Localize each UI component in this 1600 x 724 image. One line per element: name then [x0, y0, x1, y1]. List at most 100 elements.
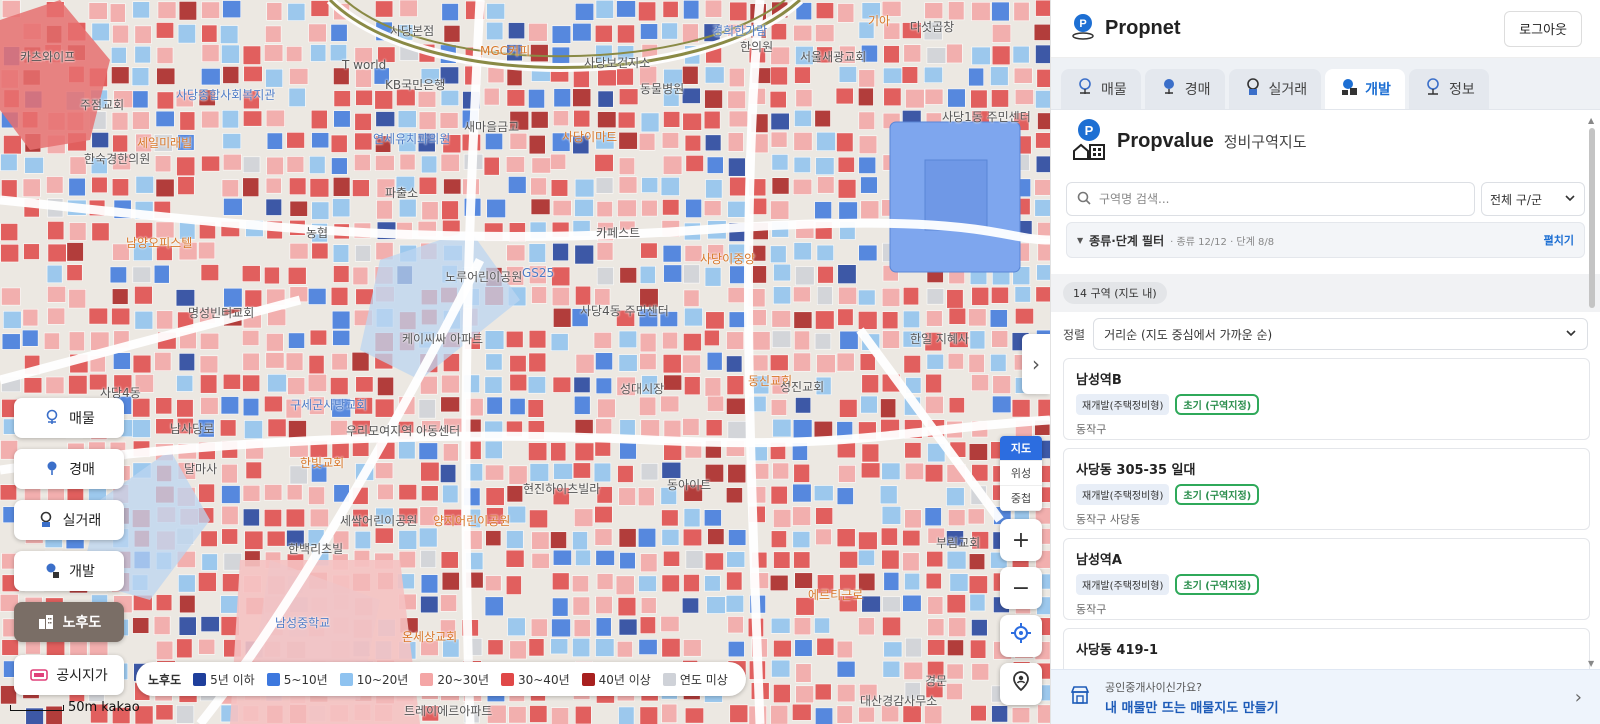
map-place-label[interactable]: 한의원 [740, 38, 773, 55]
map-place-label[interactable]: 한숙경한의원 [84, 150, 150, 167]
map-place-label[interactable]: 사당4동 주민센터 [580, 302, 669, 319]
tab-development[interactable]: 개발 [1325, 69, 1405, 109]
scrollbar-thumb[interactable] [1589, 128, 1595, 308]
map-place-label[interactable]: 사당보건지소 [584, 54, 650, 71]
panel-toggle-button[interactable]: › [1022, 334, 1050, 394]
map-place-label[interactable]: 성대시장 [620, 380, 664, 397]
left-btn-listing[interactable]: 매물 [14, 398, 124, 438]
map-place-label[interactable]: 구세군사당교회 [290, 396, 367, 413]
tab-transaction[interactable]: 실거래 [1228, 69, 1322, 109]
map-place-label[interactable]: 동물병원 [640, 80, 684, 97]
tab-listing[interactable]: 매물 [1061, 69, 1141, 109]
zone-card[interactable]: 사당동 305-35 일대 재개발(주택정비형) 초기 (구역지정) 동작구 사… [1063, 448, 1590, 530]
map-place-label[interactable]: 사당본점 [390, 22, 434, 39]
legend-swatch [581, 672, 595, 686]
map-place-label[interactable]: 사당1동 주민센터 [942, 108, 1031, 125]
map-place-label[interactable]: 현진하이츠빌라 [523, 480, 600, 497]
left-btn-building-age[interactable]: 노후도 [14, 602, 124, 642]
scroll-up-icon[interactable]: ▲ [1588, 116, 1594, 125]
left-btn-label: 매물 [69, 411, 95, 427]
map-place-label[interactable]: 다섯곱창 [910, 18, 954, 35]
zone-stage-badge: 초기 (구역지정) [1175, 574, 1260, 595]
brand[interactable]: P Propnet [1069, 12, 1181, 46]
map-place-label[interactable]: 사당종합사회복지관 [176, 86, 275, 103]
sort-select[interactable]: 거리순 (지도 중심에서 가까운 순) [1093, 318, 1588, 350]
map-type-overlay[interactable]: 중첩 [1000, 486, 1042, 511]
map-place-label[interactable]: 동아이트 [667, 476, 711, 493]
map-place-label[interactable]: 경문 [925, 672, 947, 689]
map-place-label[interactable]: 남사당로 [170, 420, 214, 437]
map-place-label[interactable]: 양지어린이공원 [433, 512, 510, 529]
map-place-label[interactable]: 카페스트 [596, 224, 640, 241]
chevron-down-icon [1564, 192, 1576, 207]
map-place-label[interactable]: 부림교회 [936, 534, 980, 551]
scroll-down-icon[interactable]: ▼ [1588, 659, 1594, 668]
map-place-label[interactable]: 대산경감사무소 [860, 692, 937, 709]
left-btn-transaction[interactable]: 실거래 [14, 500, 124, 540]
zone-card[interactable]: 남성역A 재개발(주택정비형) 초기 (구역지정) 동작구 [1063, 538, 1590, 620]
propvalue-subtitle: 정비구역지도 [1223, 132, 1307, 151]
left-btn-development[interactable]: 개발 [14, 551, 124, 591]
map-place-label[interactable]: 한일 지혜사 [910, 330, 969, 347]
broker-promo-banner[interactable]: 공인중개사이신가요? 내 매물만 뜨는 매물지도 만들기 › [1051, 669, 1600, 724]
map-place-label[interactable]: T world [342, 58, 386, 72]
zoom-in-button[interactable]: + [1000, 519, 1042, 561]
map-place-label[interactable]: 연세유치과의원 [373, 130, 450, 147]
map-place-label[interactable]: GS25 [522, 266, 554, 280]
zone-card[interactable]: 남성역B 재개발(주택정비형) 초기 (구역지정) 동작구 [1063, 358, 1590, 440]
map-place-label[interactable]: 온세상교회 [402, 628, 457, 645]
map-place-label[interactable]: 달마사 [184, 460, 217, 477]
left-btn-land-price[interactable]: 공시지가 [14, 655, 124, 695]
land-price-icon [30, 666, 49, 684]
map-place-label[interactable]: 에르티근로 [808, 586, 863, 603]
map-area[interactable]: 사당본점 MGC커피사당보건지소 경희한가람 한의원서울새광교회 기아 다섯곱창카츠와이프… [0, 0, 1050, 724]
map-place-label[interactable]: 트레이에르아파트 [404, 702, 492, 719]
map-place-label[interactable]: 성진교회 [780, 378, 824, 395]
sort-select-value: 거리순 (지도 중심에서 가까운 순) [1104, 327, 1273, 342]
filter-expand-button[interactable]: 펼치기 [1544, 232, 1574, 248]
left-btn-label: 경매 [69, 462, 95, 478]
map-place-label[interactable]: 농협 [306, 224, 328, 241]
map-place-label[interactable]: 카츠와이프 [20, 48, 75, 65]
map-place-label[interactable]: 사당이중앙 [700, 250, 755, 267]
zone-tags: 재개발(주택정비형) 초기 (구역지정) [1076, 574, 1577, 595]
map-place-label[interactable]: 세일미래빌 [137, 134, 192, 151]
zone-search-input[interactable] [1099, 192, 1464, 206]
left-btn-auction[interactable]: 경매 [14, 449, 124, 489]
map-place-label[interactable]: 파출소 [385, 184, 418, 201]
street-view-button[interactable] [1000, 663, 1042, 705]
my-location-button[interactable] [1000, 615, 1042, 657]
district-select[interactable]: 전체 구/군 [1481, 182, 1585, 216]
map-place-label[interactable]: 경희한가람 [712, 22, 767, 39]
map-place-label[interactable]: 남양오피스텔 [126, 234, 192, 251]
zone-card[interactable]: 사당동 419-1 [1063, 628, 1590, 669]
tab-auction[interactable]: 경매 [1144, 69, 1225, 109]
map-place-label[interactable]: 기아 [868, 12, 890, 29]
panel-scrollbar[interactable]: ▲ ▼ [1588, 116, 1596, 668]
map-place-label[interactable]: KB국민은행 [385, 76, 445, 93]
map-place-label[interactable]: 우리모여지역 아동센터 [346, 422, 460, 439]
map-place-label[interactable]: 주점교회 [80, 96, 124, 113]
map-place-label[interactable]: 노루어린이공원 [445, 268, 522, 285]
legend-label: 5년 이하 [210, 672, 255, 687]
map-place-label[interactable]: 사당이마트 [562, 128, 617, 145]
filter-title: 종류·단계 필터 [1089, 233, 1165, 248]
map-place-label[interactable]: 명성빈터교회 [188, 304, 254, 321]
map-type-normal[interactable]: 지도 [1000, 436, 1042, 461]
side-panel: P Propnet 로그아웃 매물 경매 실거래 개발 정보 P Propval… [1050, 0, 1600, 724]
zoom-out-button[interactable]: − [1000, 567, 1042, 609]
type-stage-filter[interactable]: ▼ 종류·단계 필터 · 종류 12/12 · 단계 8/8 펼치기 [1066, 222, 1585, 258]
logout-button[interactable]: 로그아웃 [1504, 10, 1582, 47]
map-place-label[interactable]: 케이씨싸 아파트 [402, 330, 483, 347]
map-place-label[interactable]: 새마을금고 [464, 118, 519, 135]
map-type-satellite[interactable]: 위성 [1000, 461, 1042, 486]
map-place-label[interactable]: 남성중학교 [275, 614, 330, 631]
tab-info[interactable]: 정보 [1408, 69, 1489, 109]
map-place-label[interactable]: 세싹어린이공원 [340, 512, 417, 529]
svg-text:P: P [1079, 18, 1086, 30]
map-place-label[interactable]: 한백리츠빌 [288, 540, 343, 557]
map-canvas[interactable] [0, 0, 1050, 724]
map-place-label[interactable]: 한빛교회 [300, 454, 344, 471]
map-place-label[interactable]: MGC커피 [480, 42, 530, 59]
map-place-label[interactable]: 서울새광교회 [800, 48, 866, 65]
